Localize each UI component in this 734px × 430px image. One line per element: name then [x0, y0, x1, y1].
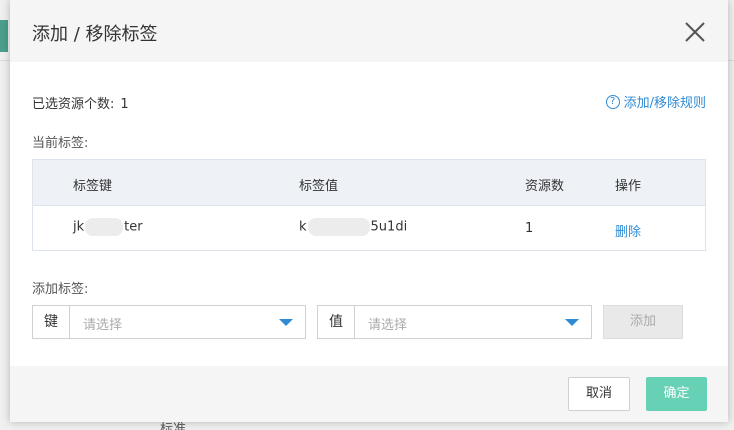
dialog-title: 添加 / 移除标签 [32, 24, 158, 45]
delete-tag-link[interactable]: 删除 [615, 221, 641, 240]
row-tag-value: k 5u1di [299, 218, 407, 236]
selected-count-label: 已选资源个数: [32, 97, 115, 112]
key-placeholder: 请选择 [83, 318, 123, 333]
current-tags-label: 当前标签: [32, 136, 89, 151]
close-icon[interactable] [684, 21, 706, 43]
header-resource-count: 资源数 [525, 179, 565, 194]
background-accent [0, 20, 8, 52]
tag-value-select[interactable]: 值 请选择 [317, 305, 592, 339]
value-prefix: 值 [318, 306, 355, 338]
tag-key-end: ter [124, 219, 143, 235]
tag-key-select[interactable]: 键 请选择 [32, 305, 306, 339]
header-tag-value: 标签值 [299, 179, 339, 194]
chevron-down-icon [279, 319, 293, 326]
current-tags-table: 标签键 标签值 资源数 操作 jk ter k 5u1di 1 删除 [32, 159, 706, 251]
tag-rule-link[interactable]: ? 添加/移除规则 [605, 92, 706, 111]
add-tags-label: 添加标签: [32, 282, 89, 297]
chevron-down-icon [565, 319, 579, 326]
redacted-blur [85, 218, 124, 236]
tag-value-start: k [299, 219, 307, 235]
selected-count: 已选资源个数: 1 [32, 93, 129, 112]
header-tag-key: 标签键 [73, 179, 113, 194]
selected-count-value: 1 [120, 97, 129, 112]
add-tag-button[interactable]: 添加 [603, 305, 683, 339]
tag-key-start: jk [73, 219, 85, 235]
redacted-blur [307, 218, 370, 236]
cancel-button[interactable]: 取消 [568, 377, 630, 411]
tag-rule-link-label: 添加/移除规则 [623, 96, 706, 111]
row-resource-count: 1 [525, 221, 534, 236]
tag-dialog: 添加 / 移除标签 已选资源个数: 1 ? 添加/移除规则 当前标签: 标签键 标… [10, 0, 728, 422]
tag-value-end: 5u1di [370, 219, 408, 235]
value-placeholder: 请选择 [368, 318, 408, 333]
table-header: 标签键 标签值 资源数 操作 [33, 160, 705, 206]
confirm-button[interactable]: 确定 [646, 377, 707, 411]
header-action: 操作 [615, 179, 642, 194]
key-prefix: 键 [33, 306, 70, 338]
row-tag-key: jk ter [73, 218, 143, 236]
dialog-header: 添加 / 移除标签 [10, 0, 728, 62]
help-circle-icon: ? [605, 94, 620, 109]
